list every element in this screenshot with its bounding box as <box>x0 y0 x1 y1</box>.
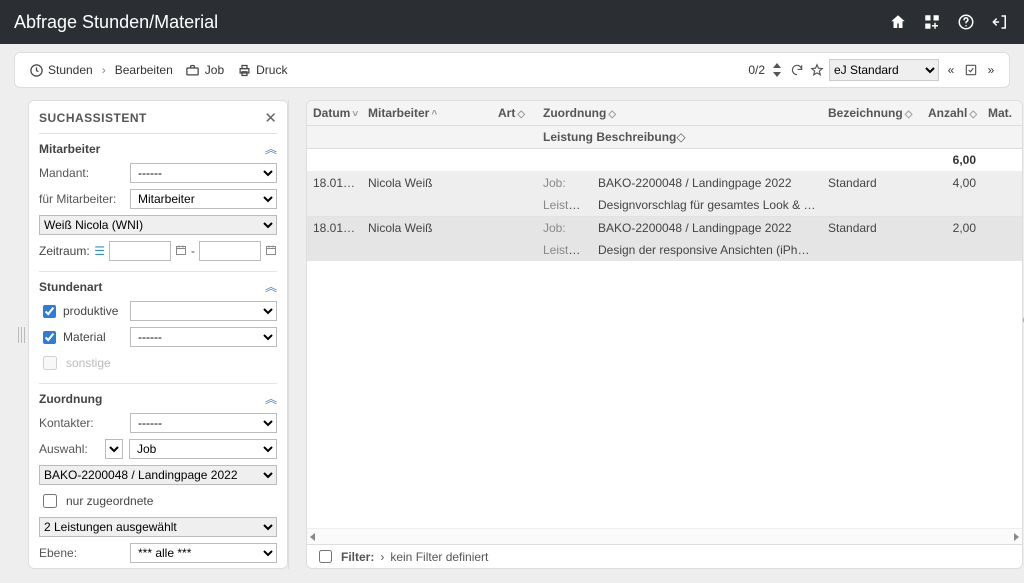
sum-anzahl: 6,00 <box>922 149 982 172</box>
star-icon[interactable] <box>809 62 825 78</box>
sonstige-label: sonstige <box>66 356 111 370</box>
mandant-label: Mandant: <box>39 166 124 180</box>
material-select[interactable]: ------ <box>130 327 277 347</box>
section-stundenart-title: Stundenart <box>39 280 102 294</box>
fuer-mitarbeiter-select[interactable]: Mitarbeiter <box>130 189 277 209</box>
window-icon-group <box>888 12 1010 32</box>
toolbar-job-label: Job <box>205 63 224 77</box>
horizontal-scrollbar[interactable] <box>307 528 1022 544</box>
results-panel: Datum˅ Mitarbeiter^ Art◇ Zuordnung◇ Beze… <box>306 100 1023 569</box>
col-datum-header[interactable]: Datum˅ <box>307 101 362 126</box>
table-row[interactable]: Leistung: Design der responsive Ansichte… <box>307 239 1022 261</box>
toolbar: Stunden › Bearbeiten Job Druck 0/2 eJ St… <box>14 52 1010 88</box>
section-mitarbeiter-title: Mitarbeiter <box>39 142 100 156</box>
left-resize-handle[interactable] <box>14 100 28 569</box>
pager-text: 0/2 <box>748 63 765 77</box>
toolbar-stunden-label: Stunden <box>48 63 93 77</box>
save-layout-icon[interactable] <box>963 62 979 78</box>
col-zuordnung-header[interactable]: Zuordnung◇ <box>537 101 822 126</box>
window-titlebar: Abfrage Stunden/Material <box>0 0 1024 44</box>
section-zuordnung-title: Zuordnung <box>39 392 102 406</box>
home-icon[interactable] <box>888 12 908 32</box>
layout-select[interactable]: eJ Standard <box>829 59 939 81</box>
material-label: Material <box>63 330 106 344</box>
toolbar-job-button[interactable]: Job <box>182 60 227 80</box>
sonstige-checkbox[interactable] <box>43 356 57 370</box>
calendar-icon[interactable] <box>175 244 187 258</box>
sum-row: 6,00 <box>307 149 1022 172</box>
table-row[interactable]: 18.01.22 Nicola Weiß Job: BAKO-2200048 /… <box>307 217 1022 240</box>
toolbar-druck-label: Druck <box>256 63 287 77</box>
list-icon[interactable]: ☰ <box>94 244 105 258</box>
toolbar-bearbeiten-button[interactable]: Bearbeiten <box>112 61 176 79</box>
mandant-select[interactable]: ------ <box>130 163 277 183</box>
chevron-right-icon: › <box>102 63 106 77</box>
ebene-select[interactable]: *** alle *** <box>130 543 277 563</box>
left-scrollbar[interactable] <box>288 100 296 569</box>
stepper-updown-icon[interactable] <box>769 62 785 78</box>
zeitraum-label: Zeitraum: <box>39 244 90 258</box>
auswahl-select[interactable]: Job <box>129 439 277 459</box>
search-assistant-panel: SUCHASSISTENT ✕ Mitarbeiter ︽ Mandant: -… <box>28 100 288 569</box>
collapse-icon[interactable]: ︽ <box>265 390 277 407</box>
produktive-checkbox[interactable] <box>43 305 56 318</box>
auswahl-mode-select[interactable] <box>105 439 123 459</box>
nur-zugeordnete-label: nur zugeordnete <box>66 494 153 508</box>
help-icon[interactable] <box>956 12 976 32</box>
col-leistung-header[interactable]: Leistung Beschreibung◇ <box>537 126 822 149</box>
kontakter-label: Kontakter: <box>39 416 124 430</box>
calendar-icon[interactable] <box>265 244 277 258</box>
toolbar-bearbeiten-label: Bearbeiten <box>115 63 173 77</box>
ebene-label: Ebene: <box>39 546 124 560</box>
refresh-icon[interactable] <box>789 62 805 78</box>
date-from-input[interactable] <box>109 241 171 261</box>
produktive-label: produktive <box>63 304 118 318</box>
table-row[interactable]: 18.01.22 Nicola Weiß Job: BAKO-2200048 /… <box>307 172 1022 195</box>
chevron-right-icon: › <box>380 550 384 564</box>
employee-select[interactable]: Weiß Nicola (WNI) <box>39 215 277 235</box>
close-icon[interactable]: ✕ <box>264 109 277 127</box>
material-checkbox[interactable] <box>43 331 56 344</box>
chevron-right-double-icon[interactable]: » <box>983 62 999 78</box>
kontakter-select[interactable]: ------ <box>130 413 277 433</box>
results-table: Datum˅ Mitarbeiter^ Art◇ Zuordnung◇ Beze… <box>307 101 1022 261</box>
col-mat-header[interactable]: Mat. <box>982 101 1022 126</box>
fuer-mitarbeiter-label: für Mitarbeiter: <box>39 192 124 206</box>
toolbar-druck-button[interactable]: Druck <box>233 60 290 80</box>
nur-zugeordnete-checkbox[interactable] <box>43 494 57 508</box>
table-row[interactable]: Leistung: Designvorschlag für gesamtes L… <box>307 194 1022 217</box>
window-title: Abfrage Stunden/Material <box>14 12 218 33</box>
filter-checkbox[interactable] <box>319 550 332 563</box>
printer-icon <box>236 62 252 78</box>
leistungen-select[interactable]: 2 Leistungen ausgewählt <box>39 517 277 537</box>
job-select[interactable]: BAKO-2200048 / Landingpage 2022 <box>39 465 277 485</box>
chevron-left-double-icon[interactable]: « <box>943 62 959 78</box>
date-to-input[interactable] <box>199 241 261 261</box>
add-module-icon[interactable] <box>922 12 942 32</box>
col-anzahl-header[interactable]: Anzahl◇ <box>922 101 982 126</box>
collapse-icon[interactable]: ︽ <box>265 278 277 295</box>
search-panel-title: SUCHASSISTENT <box>39 111 147 125</box>
col-mitarbeiter-header[interactable]: Mitarbeiter^ <box>362 101 492 126</box>
logout-icon[interactable] <box>990 12 1010 32</box>
filter-label: Filter: <box>341 550 374 564</box>
produktive-select[interactable] <box>130 301 277 321</box>
filter-bar: Filter: › kein Filter definiert <box>307 544 1022 568</box>
col-art-header[interactable]: Art◇ <box>492 101 537 126</box>
col-bezeichnung-header[interactable]: Bezeichnung◇ <box>822 101 922 126</box>
date-separator: - <box>191 244 195 258</box>
filter-value: kein Filter definiert <box>390 550 488 564</box>
briefcase-icon <box>185 62 201 78</box>
clock-icon <box>28 62 44 78</box>
collapse-icon[interactable]: ︽ <box>265 140 277 157</box>
toolbar-stunden-button[interactable]: Stunden <box>25 60 96 80</box>
auswahl-label: Auswahl: <box>39 442 99 456</box>
